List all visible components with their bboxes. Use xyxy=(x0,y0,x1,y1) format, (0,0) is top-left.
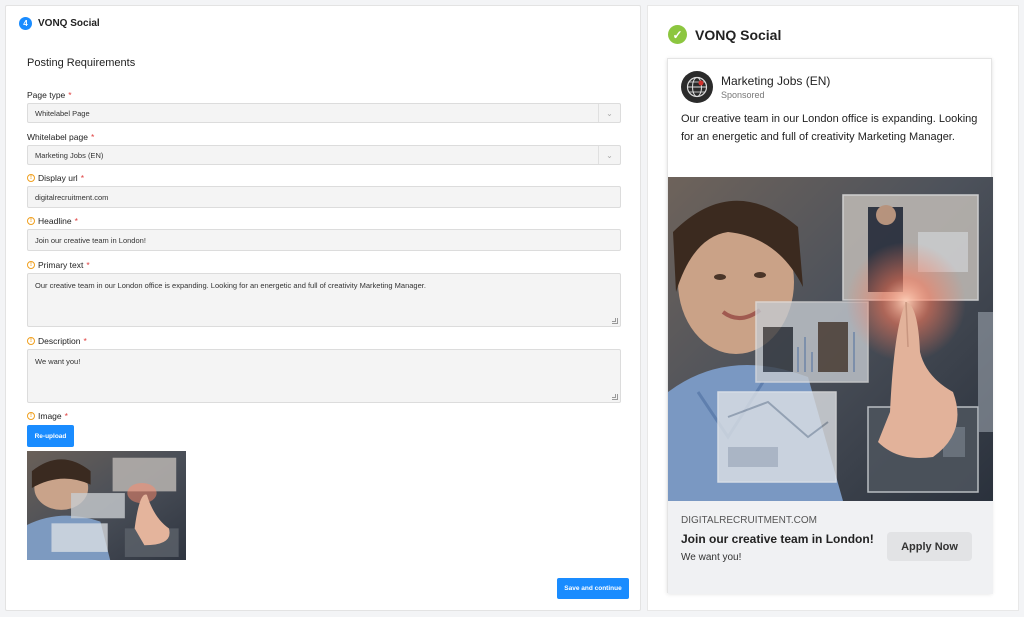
apply-now-button[interactable]: Apply Now xyxy=(887,532,972,561)
whitelabel-page-label: Whitelabel page * xyxy=(27,132,95,142)
page-type-select[interactable]: Whitelabel Page ⌄ xyxy=(27,103,621,123)
ad-display-url: DIGITALRECRUITMENT.COM xyxy=(681,515,817,526)
required-marker: * xyxy=(86,260,90,270)
ad-footer: DIGITALRECRUITMENT.COM Join our creative… xyxy=(668,501,993,594)
step-header: 4 VONQ Social xyxy=(19,17,100,30)
warning-icon: ! xyxy=(27,174,35,182)
warning-icon: ! xyxy=(27,217,35,225)
image-label: ! Image * xyxy=(27,411,68,421)
sponsored-label: Sponsored xyxy=(721,90,765,100)
required-marker: * xyxy=(83,336,87,346)
display-url-label: ! Display url * xyxy=(27,173,84,183)
warning-icon: ! xyxy=(27,261,35,269)
ad-card-header: Marketing Jobs (EN) Sponsored xyxy=(681,71,830,103)
resize-handle[interactable] xyxy=(612,318,618,324)
preview-title: VONQ Social xyxy=(695,26,782,43)
reupload-button[interactable]: Re-upload xyxy=(27,425,74,447)
ad-preview-panel: ✓ VONQ Social Marketing Jobs (EN) Sponso… xyxy=(647,5,1019,611)
required-marker: * xyxy=(80,173,84,183)
primary-text-label: ! Primary text * xyxy=(27,260,90,270)
step-title: VONQ Social xyxy=(38,18,100,29)
description-label: ! Description * xyxy=(27,336,87,346)
preview-header: ✓ VONQ Social xyxy=(668,25,781,44)
ad-description: We want you! xyxy=(681,552,742,563)
ad-primary-text: Our creative team in our London office i… xyxy=(681,113,978,143)
description-textarea[interactable]: We want you! xyxy=(27,349,621,403)
globe-icon xyxy=(681,71,713,103)
resize-handle[interactable] xyxy=(612,394,618,400)
save-and-continue-button[interactable]: Save and continue xyxy=(557,578,629,599)
headline-field[interactable]: Join our creative team in London! xyxy=(27,229,621,251)
required-marker: * xyxy=(90,132,95,142)
headline-label: ! Headline * xyxy=(27,216,78,226)
ad-image[interactable] xyxy=(668,177,993,501)
uploaded-image-thumbnail xyxy=(27,451,186,560)
display-url-field[interactable]: digitalrecruitment.com xyxy=(27,186,621,208)
warning-icon: ! xyxy=(27,412,35,420)
chevron-down-icon: ⌄ xyxy=(598,146,620,164)
whitelabel-page-select[interactable]: Marketing Jobs (EN) ⌄ xyxy=(27,145,621,165)
warning-icon: ! xyxy=(27,337,35,345)
primary-text-textarea[interactable]: Our creative team in our London office i… xyxy=(27,273,621,327)
page-type-label: Page type * xyxy=(27,90,72,100)
checkmark-icon: ✓ xyxy=(668,25,687,44)
required-marker: * xyxy=(64,411,68,421)
ad-page-name[interactable]: Marketing Jobs (EN) xyxy=(721,74,830,88)
section-title: Posting Requirements xyxy=(27,57,136,69)
ad-headline: Join our creative team in London! xyxy=(681,532,874,546)
posting-form-panel: 4 VONQ Social Posting Requirements Page … xyxy=(5,5,641,611)
ad-preview-card: Marketing Jobs (EN) Sponsored Our creati… xyxy=(667,58,993,594)
step-number-badge: 4 xyxy=(19,17,32,30)
chevron-down-icon: ⌄ xyxy=(598,104,620,122)
required-marker: * xyxy=(74,216,78,226)
required-marker: * xyxy=(68,90,72,100)
